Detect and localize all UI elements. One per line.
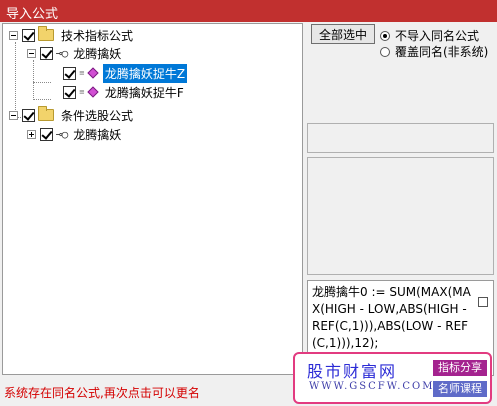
tree-node-tech-indicators[interactable]: 技术指标公式 [9,26,135,44]
node-checkbox[interactable] [63,85,76,99]
key-icon: ⊸○ [56,46,68,60]
node-label: 龙腾擒妖 [73,46,122,61]
tree-line [33,99,51,100]
option-skip-duplicates[interactable]: 不导入同名公式 [380,27,479,44]
formula-icon [87,67,99,79]
folder-icon [38,106,54,121]
node-checkbox[interactable] [22,108,35,122]
radio-button[interactable] [380,30,390,41]
option-label: 覆盖同名(非系统) [395,45,489,59]
node-label: 条件选股公式 [61,108,134,123]
window-title: 导入公式 [0,0,497,22]
link-icon: ≡ [79,69,85,77]
watermark-logo: 股市财富网 WWW.GSCFW.COM 指标分享 名师课程 [293,352,492,404]
radio-button[interactable] [380,46,390,57]
formula-tree[interactable]: 技术指标公式 ⊸○ 龙腾擒妖 ≡ 龙腾擒妖捉牛Z ≡ 龙腾擒妖捉牛F 条件选股公… [2,23,303,375]
formula-icon [87,86,99,98]
status-message: 系统存在同名公式,再次点击可以更名 [4,386,200,400]
link-icon: ≡ [79,88,85,96]
node-label: 技术指标公式 [61,28,134,43]
formula-text: 龙腾擒牛0 := SUM(MAX(MAX(HIGH - LOW,ABS(HIGH… [312,285,471,350]
node-label: 龙腾擒妖捉牛F [104,85,184,100]
node-checkbox[interactable] [22,28,35,42]
watermark-url: WWW.GSCFW.COM [309,381,435,392]
key-icon: ⊸○ [56,127,68,141]
collapse-toggle[interactable] [27,48,36,58]
option-overwrite[interactable]: 覆盖同名(非系统) [380,43,488,60]
tree-node-group[interactable]: ⊸○ 龙腾擒妖 [27,44,123,62]
collapse-toggle[interactable] [9,110,18,120]
select-all-button[interactable]: 全部选中 [311,24,375,44]
tree-node-formula-z[interactable]: ≡ 龙腾擒妖捉牛Z [63,63,188,83]
expand-toggle[interactable] [27,129,36,139]
tree-node-stock-selection[interactable]: 条件选股公式 [9,106,135,124]
info-field [307,123,494,153]
description-panel [307,157,494,275]
tree-node-formula-f[interactable]: ≡ 龙腾擒妖捉牛F [63,83,186,101]
node-checkbox[interactable] [63,66,76,80]
node-label-selected: 龙腾擒妖捉牛Z [102,63,188,83]
node-checkbox[interactable] [40,46,53,60]
folder-icon [38,26,54,41]
option-label: 不导入同名公式 [395,29,480,43]
collapse-toggle[interactable] [9,30,18,40]
node-checkbox[interactable] [40,127,53,141]
watermark-title: 股市财富网 [307,362,398,381]
preview-checkbox[interactable] [478,297,488,307]
watermark-tag: 名师课程 [433,381,487,397]
tree-line [33,82,51,83]
watermark-tag: 指标分享 [433,360,487,376]
tree-node-group-2[interactable]: ⊸○ 龙腾擒妖 [27,125,123,143]
node-label: 龙腾擒妖 [73,127,122,142]
tree-line [33,60,34,100]
